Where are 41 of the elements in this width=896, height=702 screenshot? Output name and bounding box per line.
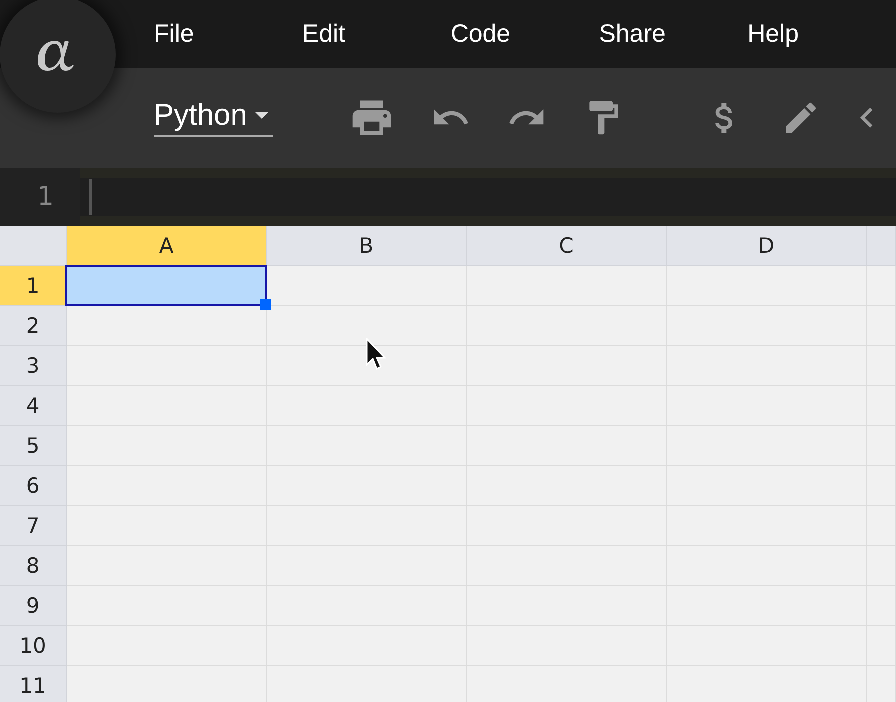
grid-cell[interactable]	[67, 426, 267, 466]
line-number: 1	[0, 168, 80, 226]
menu-item[interactable]: Share	[599, 20, 748, 48]
code-editor-field[interactable]	[80, 178, 896, 216]
column-header[interactable]: B	[267, 226, 467, 266]
column-header[interactable]: A	[67, 226, 267, 266]
caret-icon	[255, 112, 270, 120]
row-header[interactable]: 3	[0, 346, 67, 386]
grid-cell[interactable]	[267, 346, 467, 386]
row-header[interactable]: 8	[0, 546, 67, 586]
grid-cell[interactable]	[67, 626, 267, 666]
fill-handle[interactable]	[260, 299, 271, 310]
grid-cell[interactable]	[67, 586, 267, 626]
column-header[interactable]	[867, 226, 896, 266]
row-header[interactable]: 1	[0, 266, 67, 306]
column-header[interactable]: C	[467, 226, 667, 266]
grid-cell[interactable]	[67, 346, 267, 386]
row-header[interactable]: 7	[0, 506, 67, 546]
grid-cell[interactable]	[67, 546, 267, 586]
row-header[interactable]: 2	[0, 306, 67, 346]
grid-cell[interactable]	[67, 466, 267, 506]
menu-item[interactable]: Code	[450, 20, 600, 48]
grid-cell[interactable]	[267, 306, 467, 346]
row-header[interactable]: 11	[0, 666, 67, 702]
grid-cell[interactable]	[867, 266, 896, 306]
row-header[interactable]: 5	[0, 426, 67, 466]
grid-cell[interactable]	[667, 266, 867, 306]
grid-cell[interactable]	[467, 266, 667, 306]
menu-item[interactable]: Edit	[302, 20, 451, 48]
row-header[interactable]: 9	[0, 586, 67, 626]
language-dropdown[interactable]: Python	[154, 99, 274, 137]
column-header[interactable]: D	[667, 226, 867, 266]
menu-item[interactable]: Help	[748, 20, 896, 48]
mouse-pointer-icon	[366, 338, 386, 372]
corner-header[interactable]	[0, 226, 67, 266]
row-header[interactable]: 6	[0, 466, 67, 506]
grid-cell[interactable]	[67, 506, 267, 546]
row-header[interactable]: 10	[0, 626, 67, 666]
menu-item[interactable]: File	[154, 20, 302, 48]
row-header[interactable]: 4	[0, 386, 67, 426]
grid-cell[interactable]	[67, 386, 267, 426]
